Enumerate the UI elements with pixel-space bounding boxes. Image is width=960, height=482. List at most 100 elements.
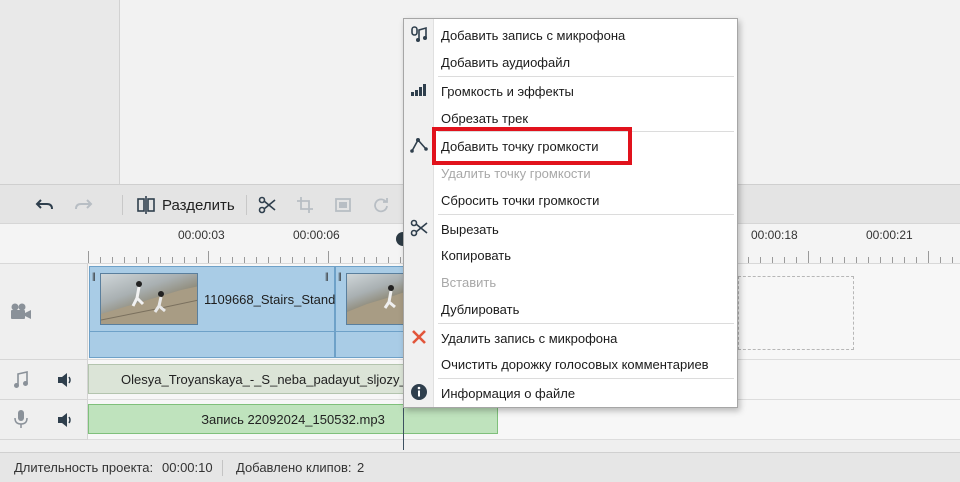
menu-divider (438, 378, 734, 379)
toolbar-divider (122, 195, 123, 215)
ruler-tick (952, 257, 953, 263)
timeline-bottom-spacer (0, 440, 960, 452)
menu-item-add-mic-recording[interactable]: Добавить запись с микрофона (434, 22, 737, 48)
crop-button[interactable] (294, 194, 316, 216)
ruler-tick (256, 257, 257, 263)
speaker-icon[interactable] (56, 411, 74, 429)
frame-icon (335, 198, 351, 212)
clip-trim-handle[interactable]: || (338, 271, 342, 281)
menu-item-reset-volume-points[interactable]: Сбросить точки громкости (434, 187, 737, 213)
ruler-tick (904, 257, 905, 263)
ruler-tick (916, 257, 917, 263)
duration-value: 00:00:10 (162, 460, 213, 475)
highlight-annotation (432, 127, 632, 165)
ruler-tick (388, 257, 389, 263)
rotate-button[interactable] (370, 194, 392, 216)
menu-item-label: Вставить (441, 274, 497, 290)
ruler-tick (868, 257, 869, 263)
menu-item-clear-voice-track[interactable]: Очистить дорожку голосовых комментариев (434, 351, 737, 377)
menu-item-add-audio-file[interactable]: Добавить аудиофайл (434, 49, 737, 75)
menu-divider (438, 214, 734, 215)
scissors-icon (258, 196, 276, 214)
menu-item-delete-mic-recording[interactable]: Удалить запись с микрофона (434, 325, 737, 351)
redo-button[interactable] (72, 194, 94, 216)
ruler-tick (856, 257, 857, 263)
menu-item-label: Очистить дорожку голосовых комментариев (441, 356, 709, 372)
menu-item-label: Вырезать (441, 221, 499, 237)
ruler-time-label: 00:00:03 (178, 228, 225, 242)
menu-divider (438, 323, 734, 324)
rotate-icon (374, 198, 388, 213)
music-clip-name: Olesya_Troyanskaya_-_S_neba_padayut_sljo… (121, 371, 408, 387)
undo-icon (35, 199, 53, 210)
ruler-tick (940, 257, 941, 263)
video-clip[interactable]: || (335, 266, 405, 358)
redo-icon (75, 199, 93, 210)
volume-point-icon (409, 135, 429, 155)
menu-item-copy[interactable]: Копировать (434, 242, 737, 268)
menu-item-volume-effects[interactable]: Громкость и эффекты (434, 78, 737, 104)
ruler-tick (268, 257, 269, 263)
microphone-icon (14, 410, 28, 428)
clips-value: 2 (357, 460, 365, 475)
context-menu: Добавить запись с микрофона Добавить ауд… (403, 18, 738, 408)
ruler-tick (292, 257, 293, 263)
ruler-tick (880, 257, 881, 263)
menu-item-label: Удалить точку громкости (441, 165, 591, 181)
ruler-tick (184, 257, 185, 263)
menu-item-file-info[interactable]: Информация о файле (434, 380, 737, 406)
ruler-tick (748, 257, 749, 263)
ruler-tick (136, 257, 137, 263)
menu-item-paste[interactable]: Вставить (434, 269, 737, 295)
ruler-tick (364, 257, 365, 263)
split-button[interactable]: Разделить (136, 194, 238, 216)
delete-x-icon (409, 327, 429, 347)
ruler-tick (340, 257, 341, 263)
ruler-tick (892, 257, 893, 263)
cut-button[interactable] (256, 194, 278, 216)
ruler-tick (832, 257, 833, 263)
drop-zone[interactable] (738, 276, 854, 350)
menu-item-label: Добавить запись с микрофона (441, 27, 626, 43)
ruler-tick (784, 257, 785, 263)
ruler-tick (844, 257, 845, 263)
scissors-icon (409, 218, 429, 238)
clip-trim-handle[interactable]: || (325, 271, 329, 281)
ruler-tick (196, 257, 197, 263)
menu-divider (438, 76, 734, 77)
video-clip[interactable]: || || 1109668_Stairs_Stand... (89, 266, 346, 358)
ruler-tick (352, 257, 353, 263)
menu-item-label: Громкость и эффекты (441, 83, 574, 99)
ruler-tick (160, 257, 161, 263)
status-divider (222, 460, 223, 476)
ruler-tick (124, 257, 125, 263)
ruler-time-label: 00:00:21 (866, 228, 913, 242)
ruler-time-label: 00:00:18 (751, 228, 798, 242)
clip-trim-handle[interactable]: || (92, 271, 96, 281)
split-button-label: Разделить (162, 196, 235, 214)
undo-button[interactable] (34, 194, 56, 216)
ruler-tick (328, 251, 329, 263)
clip-divider (90, 331, 334, 332)
clip-divider (336, 331, 404, 332)
ruler-tick (100, 257, 101, 263)
clips-label: Добавлено клипов: (236, 460, 352, 475)
ruler-tick (244, 257, 245, 263)
music-clip[interactable]: Olesya_Troyanskaya_-_S_neba_padayut_sljo… (88, 364, 408, 394)
crop-icon (297, 197, 313, 213)
ruler-tick (304, 257, 305, 263)
aspect-button[interactable] (332, 194, 354, 216)
menu-item-label: Информация о файле (441, 385, 576, 401)
video-thumbnail (346, 273, 404, 325)
menu-item-cut[interactable]: Вырезать (434, 216, 737, 242)
video-thumbnail (100, 273, 198, 325)
ruler-tick (796, 257, 797, 263)
speaker-icon[interactable] (56, 371, 74, 389)
menu-item-label: Копировать (441, 247, 511, 263)
menu-icon-column (404, 19, 434, 407)
menu-item-label: Дублировать (441, 301, 520, 317)
voice-clip[interactable]: Запись 22092024_150532.mp3 (88, 404, 498, 434)
ruler-tick (280, 257, 281, 263)
menu-item-duplicate[interactable]: Дублировать (434, 296, 737, 322)
ruler-tick (772, 257, 773, 263)
